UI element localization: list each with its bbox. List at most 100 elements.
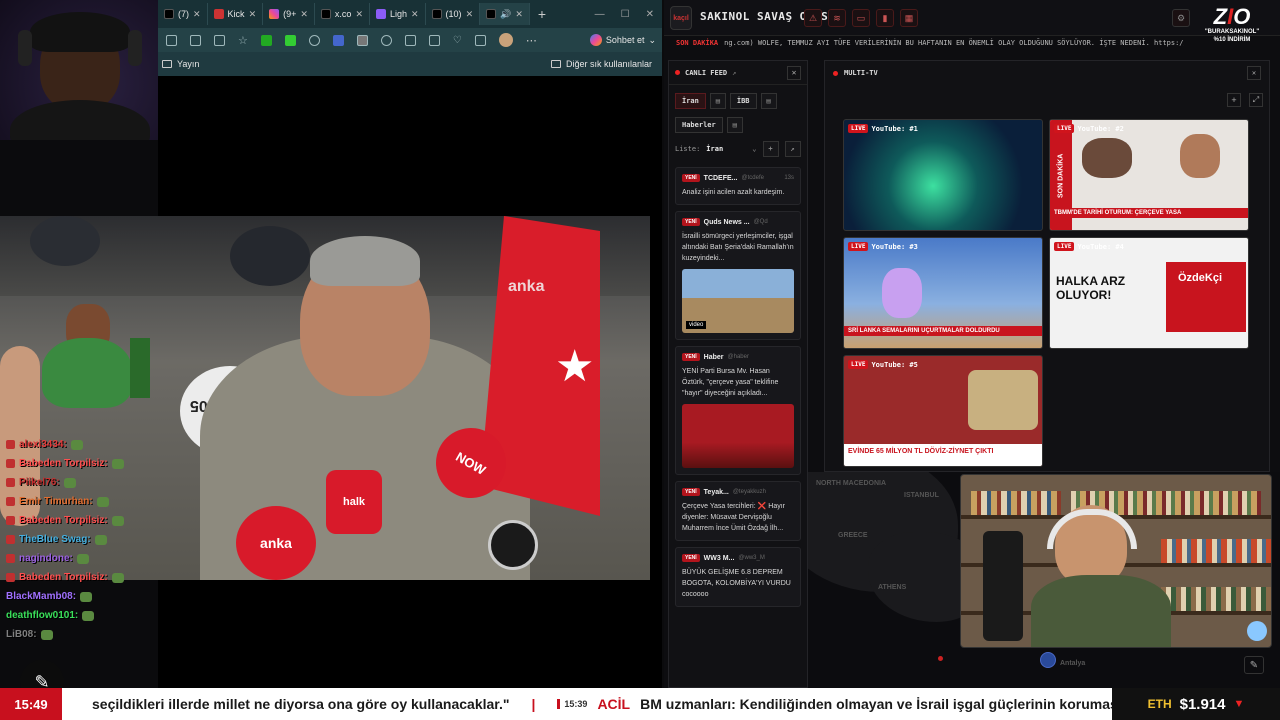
- chat-username[interactable]: deathflow0101:: [6, 610, 78, 621]
- favorites-icon[interactable]: [428, 34, 440, 46]
- browser-tab-6[interactable]: (10) ✕: [426, 3, 481, 25]
- tv-tile-4[interactable]: LIVE YouTube: #4 ÖzdeKçi HALKA ARZ OLUYOR…: [1049, 237, 1249, 349]
- chart-button[interactable]: ▮: [876, 9, 894, 27]
- browser-tab-4[interactable]: x.co ✕: [315, 3, 370, 25]
- new-tab-button[interactable]: +: [530, 6, 554, 22]
- copilot-button[interactable]: Sohbet et ⌄: [589, 34, 656, 46]
- close-multi-tv-button[interactable]: ✕: [1247, 66, 1261, 80]
- tv-button[interactable]: ▭: [852, 9, 870, 27]
- map-marker[interactable]: [938, 656, 943, 661]
- extension-icon-2[interactable]: [284, 34, 296, 46]
- chip-iran[interactable]: İran: [675, 93, 706, 109]
- tv-tile-2[interactable]: LIVE YouTube: #2 SON DAKİKA TBMM'DE TARİH…: [1049, 119, 1249, 231]
- x-icon: [486, 9, 497, 19]
- browser-tab-5[interactable]: Ligh ✕: [370, 3, 426, 25]
- emote-icon: [40, 629, 53, 640]
- tv-tile-5[interactable]: LIVE YouTube: #5 EVİNDE 65 MİLYON TL DÖVİ…: [843, 355, 1043, 467]
- feed-card-media[interactable]: video: [682, 269, 794, 333]
- collections-icon[interactable]: [474, 34, 486, 46]
- tile-name: YouTube: #3: [871, 242, 918, 251]
- live-badge: LIVE: [1054, 242, 1075, 251]
- alert-button[interactable]: ⚠: [804, 9, 822, 27]
- speaker-icon[interactable]: 🔊: [500, 9, 511, 20]
- browser-tab-3[interactable]: (9+ ✕: [263, 3, 315, 25]
- extension-icon-4[interactable]: [332, 34, 344, 46]
- list-selector[interactable]: Liste: İran ⌄ + ↗: [669, 133, 807, 161]
- fullscreen-button[interactable]: ⤢: [1249, 93, 1263, 107]
- feed-card[interactable]: YENİ Teyak... @teyakkuzh Çerçeve Yasa terci…: [675, 481, 801, 541]
- feed-card[interactable]: YENİ Quds News ... @Qd İsrailli sömürgeci y…: [675, 211, 801, 340]
- list-value[interactable]: İran: [706, 145, 746, 153]
- chat-message: deathflow0101:: [0, 606, 160, 625]
- edit-map-button[interactable]: ✎: [1244, 656, 1264, 674]
- expand-list-button[interactable]: ↗: [784, 141, 801, 157]
- kick-icon: [213, 9, 224, 19]
- source-name: Quds News ...: [703, 218, 750, 226]
- chat-username[interactable]: BlackMamb08:: [6, 591, 76, 602]
- post-time: 13s: [784, 175, 794, 181]
- split-screen-icon[interactable]: [404, 34, 416, 46]
- close-tab-icon[interactable]: ✕: [466, 9, 474, 20]
- grid-button[interactable]: ▦: [900, 9, 918, 27]
- settings-button[interactable]: ⚙: [1172, 9, 1190, 27]
- external-link-icon[interactable]: ↗: [732, 69, 736, 77]
- emote-icon: [80, 591, 93, 602]
- chat-username[interactable]: nagindone:: [19, 553, 73, 564]
- breaking-text: ng.com) WOLFE, TEMMUZ AYI TÜFE VERİLERİN…: [724, 39, 1184, 47]
- browser-tab-2[interactable]: Kick ✕: [208, 3, 264, 25]
- more-icon[interactable]: ⋯: [526, 34, 537, 47]
- feed-card[interactable]: YENİ WW3 M... @ww3_M BÜYÜK GELİŞME 6.8 DEPR…: [675, 547, 801, 607]
- feed-card-media[interactable]: [682, 404, 794, 468]
- close-tab-icon[interactable]: ✕: [355, 9, 363, 20]
- extension-icon-1[interactable]: [260, 34, 272, 46]
- tv-tile-1[interactable]: LIVE YouTube: #1: [843, 119, 1043, 231]
- extension-icon-3[interactable]: [308, 34, 320, 46]
- close-tab-icon[interactable]: ✕: [249, 9, 257, 20]
- page-icon[interactable]: [214, 34, 225, 46]
- extension-icon-5[interactable]: [356, 34, 368, 46]
- heart-icon[interactable]: ♡: [453, 35, 462, 46]
- live-dot-icon: [675, 70, 680, 75]
- chat-username[interactable]: Babeden Torpilsiz:: [19, 572, 108, 583]
- subscriber-badge-icon: [6, 516, 15, 525]
- map-location-icon[interactable]: [1040, 652, 1056, 668]
- chat-username[interactable]: Babeden Torpilsiz:: [19, 515, 108, 526]
- close-tab-icon[interactable]: ✕: [515, 9, 523, 20]
- chat-username[interactable]: Emir Timurhan:: [19, 496, 93, 507]
- emote-icon: [94, 534, 107, 545]
- subscriber-badge-icon: [6, 440, 15, 449]
- browser-tab-7-active[interactable]: 🔊 ✕: [480, 3, 530, 25]
- other-bookmarks[interactable]: Diğer sık kullanılanlar: [550, 59, 652, 69]
- chip-list-icon[interactable]: ▤: [760, 93, 777, 109]
- chat-username[interactable]: alexi3434:: [19, 439, 67, 450]
- close-tab-icon[interactable]: ✕: [300, 9, 308, 20]
- browser-tab-1[interactable]: (7) ✕: [158, 3, 208, 25]
- chat-username[interactable]: Babeden Torpilsiz:: [19, 458, 108, 469]
- chat-username[interactable]: LiB08:: [6, 629, 37, 640]
- refresh-icon[interactable]: [380, 34, 392, 46]
- add-channel-button[interactable]: +: [1227, 93, 1241, 107]
- bookmark-yayin[interactable]: Yayın: [177, 59, 199, 69]
- channel-watermark: anka: [508, 278, 545, 295]
- chip-list-icon[interactable]: ▤: [726, 117, 743, 133]
- close-feed-button[interactable]: ✕: [787, 65, 801, 80]
- screenshot-icon[interactable]: [166, 34, 177, 46]
- tv-tile-3[interactable]: LIVE YouTube: #3 SRİ LANKA SEMALARINI UÇU…: [843, 237, 1043, 349]
- chip-ibb[interactable]: İBB: [729, 93, 757, 109]
- reader-icon[interactable]: [190, 34, 201, 46]
- chat-username[interactable]: Piikel76:: [19, 477, 60, 488]
- feed-card[interactable]: YENİ Haber @haber YENİ Parti Bursa Mv. Hasa…: [675, 346, 801, 475]
- maximize-icon[interactable]: ☐: [621, 9, 630, 20]
- star-icon[interactable]: ☆: [238, 34, 248, 47]
- chip-haberler[interactable]: Haberler: [675, 117, 723, 133]
- profile-avatar[interactable]: [498, 33, 513, 47]
- add-list-button[interactable]: +: [762, 141, 779, 157]
- chip-list-icon[interactable]: ▤: [709, 93, 726, 109]
- feed-button[interactable]: ≋: [828, 9, 846, 27]
- close-window-icon[interactable]: ✕: [646, 9, 654, 20]
- feed-card[interactable]: YENİ TCDEFE... @tcdefe 13s Analiz işini acil…: [675, 167, 801, 205]
- close-tab-icon[interactable]: ✕: [411, 9, 419, 20]
- chat-username[interactable]: TheBlue Swag:: [19, 534, 91, 545]
- close-tab-icon[interactable]: ✕: [193, 9, 201, 20]
- minimize-icon[interactable]: —: [595, 9, 605, 20]
